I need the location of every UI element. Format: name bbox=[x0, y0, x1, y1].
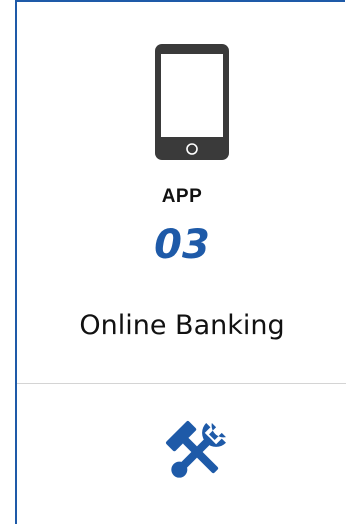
smartphone-icon bbox=[154, 43, 230, 161]
divider bbox=[17, 383, 346, 384]
tools-icon bbox=[165, 419, 229, 485]
feature-card: APP 03 Online Banking bbox=[15, 0, 346, 524]
item-number: 03 bbox=[154, 222, 210, 268]
category-label: APP bbox=[161, 186, 203, 207]
card-title: Online Banking bbox=[79, 310, 285, 341]
